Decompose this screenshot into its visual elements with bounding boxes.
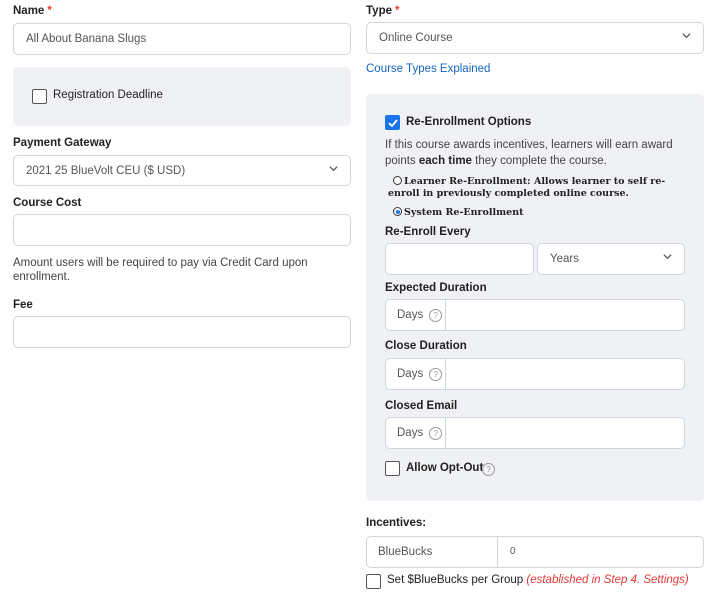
close-duration-label: Close Duration <box>385 340 467 352</box>
bluebucks-input-group[interactable]: BlueBucks 0 <box>366 536 704 568</box>
bluebucks-label: BlueBucks <box>378 546 433 558</box>
course-cost-label: Course Cost <box>13 197 82 209</box>
set-bluebucks-group-label: Set $BlueBucks per Group (established in… <box>387 574 689 586</box>
closed-email-label: Closed Email <box>385 400 458 412</box>
days-prefix-text: Days <box>397 427 424 439</box>
re-enroll-unit-value: Years <box>550 253 579 265</box>
learner-re-enrollment-label: Learner Re-Enrollment: Allows learner to… <box>388 176 666 199</box>
system-re-enrollment-radio[interactable] <box>393 207 402 216</box>
check-icon <box>387 118 398 127</box>
bluebucks-value[interactable]: 0 <box>510 546 516 557</box>
name-label: Name * <box>13 5 52 17</box>
course-cost-help-text: Amount users will be required to pay via… <box>13 257 308 283</box>
help-icon[interactable]: ? <box>429 308 443 322</box>
allow-opt-out-checkbox[interactable] <box>385 461 400 476</box>
name-input[interactable]: All About Banana Slugs <box>13 23 351 55</box>
days-prefix-text: Days <box>397 368 424 380</box>
chevron-down-icon <box>682 31 691 40</box>
days-prefix: Days ? <box>386 300 446 330</box>
type-label: Type * <box>366 5 399 17</box>
days-prefix: Days ? <box>386 359 446 389</box>
set-group-label-text: Set $BlueBucks per Group <box>387 574 524 586</box>
closed-email-input[interactable]: Days ? <box>385 417 685 449</box>
fee-input[interactable] <box>13 316 351 348</box>
expected-duration-input[interactable]: Days ? <box>385 299 685 331</box>
set-group-note: (established in Step 4. Settings) <box>526 574 689 586</box>
help-icon[interactable]: ? <box>482 463 495 476</box>
fee-label: Fee <box>13 299 33 311</box>
incentives-label: Incentives: <box>366 517 427 529</box>
expected-duration-label: Expected Duration <box>385 282 487 294</box>
course-cost-input[interactable] <box>13 214 351 246</box>
re-enrollment-checkbox[interactable] <box>385 115 400 130</box>
course-types-link[interactable]: Course Types Explained <box>366 63 490 75</box>
re-enrollment-panel: Re-Enrollment Options If this course awa… <box>366 94 704 501</box>
chevron-down-icon <box>663 252 672 261</box>
re-enrollment-label: Re-Enrollment Options <box>406 116 532 128</box>
required-asterisk: * <box>47 5 52 17</box>
re-enroll-every-label: Re-Enroll Every <box>385 226 471 238</box>
bluebucks-prefix: BlueBucks <box>367 537 498 567</box>
registration-deadline-checkbox[interactable] <box>32 89 47 104</box>
registration-deadline-panel: Registration Deadline <box>13 67 351 126</box>
payment-gateway-value: 2021 25 BlueVolt CEU ($ USD) <box>26 164 186 177</box>
re-enroll-unit-select[interactable]: Years <box>537 243 685 275</box>
payment-gateway-select[interactable]: 2021 25 BlueVolt CEU ($ USD) <box>13 155 351 186</box>
days-prefix: Days ? <box>386 418 446 448</box>
help-icon[interactable]: ? <box>429 426 443 440</box>
type-value: Online Course <box>379 32 453 44</box>
payment-gateway-label: Payment Gateway <box>13 137 112 149</box>
type-label-text: Type <box>366 5 392 17</box>
set-bluebucks-group-checkbox[interactable] <box>366 574 381 589</box>
desc-bold: each time <box>418 154 472 167</box>
re-enrollment-description: If this course awards incentives, learne… <box>385 138 685 169</box>
chevron-down-icon <box>329 164 338 173</box>
name-input-value: All About Banana Slugs <box>26 33 147 45</box>
desc-part2: they complete the course. <box>471 154 607 167</box>
name-label-text: Name <box>13 5 45 17</box>
required-asterisk: * <box>395 5 400 17</box>
allow-opt-out-label: Allow Opt-Out <box>406 462 484 474</box>
days-prefix-text: Days <box>397 309 424 321</box>
type-select[interactable]: Online Course <box>366 22 704 54</box>
re-enroll-every-input[interactable] <box>385 243 534 275</box>
system-re-enrollment-label: System Re-Enrollment <box>404 207 524 218</box>
close-duration-input[interactable]: Days ? <box>385 358 685 390</box>
help-icon[interactable]: ? <box>429 367 443 381</box>
registration-deadline-label: Registration Deadline <box>53 89 163 101</box>
